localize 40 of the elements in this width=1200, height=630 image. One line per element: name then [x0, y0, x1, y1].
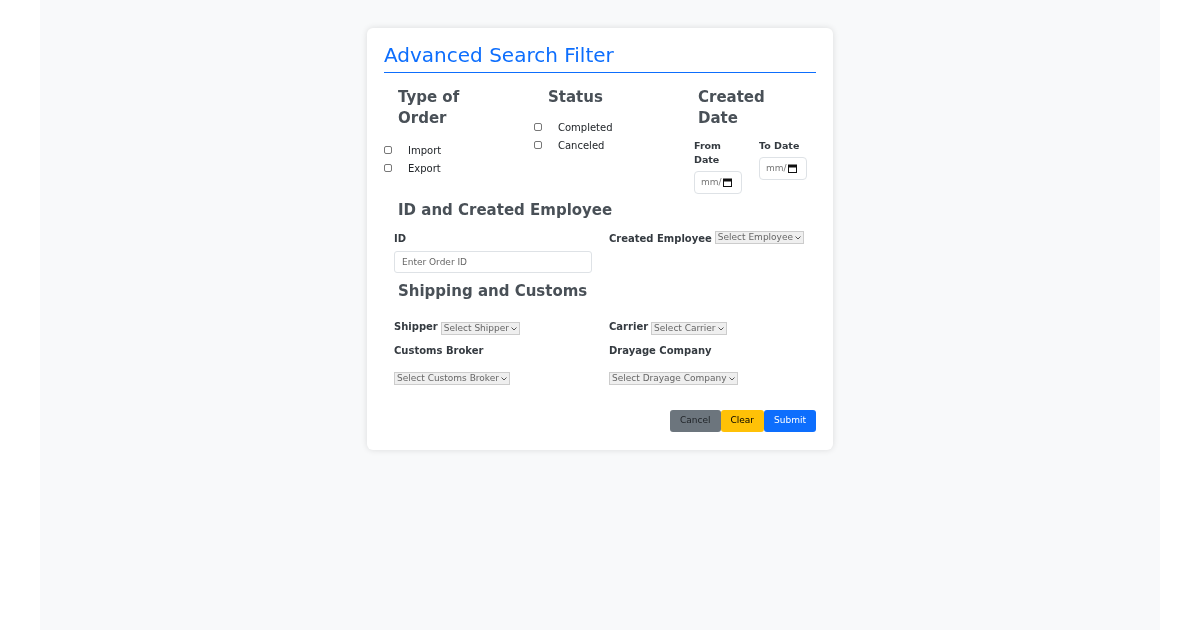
field-label: Shipper	[394, 319, 438, 334]
checkbox-label: Completed	[558, 120, 613, 135]
date-input[interactable]: mm/	[694, 171, 742, 194]
select-dropdown[interactable]: Select Drayage Company	[609, 372, 738, 386]
checkbox-label: Import	[408, 143, 442, 158]
field-label: Drayage Company	[609, 344, 712, 358]
field-label: ID	[394, 232, 408, 246]
checkbox[interactable]	[534, 123, 542, 131]
date-input[interactable]: mm/	[759, 157, 807, 180]
field-label: Carrier	[609, 319, 649, 334]
select-dropdown[interactable]: Select Customs Broker	[394, 372, 510, 386]
order-id-field[interactable]: Enter Order ID	[394, 251, 592, 273]
checkbox-label: Export	[408, 161, 441, 176]
chevron-icon	[511, 326, 517, 331]
action-button[interactable]: Clear	[720, 410, 765, 432]
select-dropdown[interactable]: Select Carrier	[651, 322, 727, 336]
field-label: Created Employee	[609, 232, 712, 246]
checkbox-label: Canceled	[558, 138, 605, 153]
section-heading: Type of Order	[397, 87, 461, 129]
chevron-icon	[795, 235, 801, 240]
calendar-icon	[787, 164, 797, 173]
action-button[interactable]: Submit	[764, 410, 816, 432]
field-label: To Date	[759, 139, 801, 153]
section-heading: Status	[547, 87, 604, 108]
chevron-icon	[500, 376, 507, 381]
select-dropdown[interactable]: Select Shipper	[440, 322, 520, 336]
checkbox[interactable]	[534, 141, 542, 149]
chevron-icon	[728, 376, 735, 381]
checkbox[interactable]	[384, 146, 392, 154]
chevron-icon	[717, 326, 724, 331]
field-label: From Date	[694, 139, 722, 167]
section-heading: Created Date	[697, 87, 766, 129]
field-label: Customs Broker	[394, 344, 484, 358]
card-title: Advanced Search Filter	[384, 42, 816, 73]
section-heading: Shipping and Customs	[397, 281, 589, 302]
select-dropdown[interactable]: Select Employee	[714, 231, 804, 244]
calendar-icon	[722, 178, 732, 187]
section-heading: ID and Created Employee	[397, 200, 614, 221]
checkbox[interactable]	[384, 164, 392, 172]
action-button[interactable]: Cancel	[670, 410, 721, 432]
